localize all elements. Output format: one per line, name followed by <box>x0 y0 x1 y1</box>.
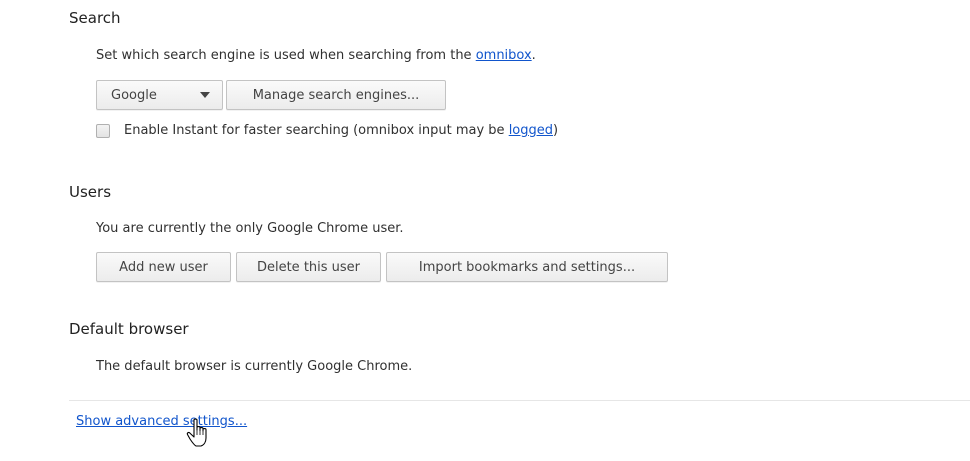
section-divider <box>69 400 970 401</box>
add-new-user-button[interactable]: Add new user <box>96 252 231 282</box>
search-section-title: Search <box>69 9 121 27</box>
instant-checkbox[interactable] <box>96 123 110 138</box>
omnibox-link[interactable]: omnibox <box>476 48 532 63</box>
users-section-title: Users <box>69 183 112 201</box>
delete-user-button[interactable]: Delete this user <box>236 252 381 282</box>
instant-label-suffix: ) <box>553 123 559 138</box>
instant-label: Enable Instant for faster searching (omn… <box>124 123 558 138</box>
instant-label-prefix: Enable Instant for faster searching (omn… <box>124 123 509 138</box>
search-description: Set which search engine is used when sea… <box>96 48 536 63</box>
default-browser-description: The default browser is currently Google … <box>96 359 413 374</box>
hand-pointer-icon <box>186 418 207 447</box>
logged-link[interactable]: logged <box>509 123 553 138</box>
users-description: You are currently the only Google Chrome… <box>96 221 404 236</box>
search-engine-select[interactable]: Google <box>96 80 223 110</box>
default-browser-section-title: Default browser <box>69 320 189 338</box>
import-bookmarks-button[interactable]: Import bookmarks and settings... <box>386 252 668 282</box>
manage-search-engines-button[interactable]: Manage search engines... <box>226 80 446 110</box>
instant-option: Enable Instant for faster searching (omn… <box>96 123 558 138</box>
search-desc-prefix: Set which search engine is used when sea… <box>96 48 476 63</box>
show-advanced-settings-link[interactable]: Show advanced settings... <box>76 414 247 429</box>
search-engine-value: Google <box>111 87 157 103</box>
settings-page: Search Set which search engine is used w… <box>0 0 970 461</box>
chevron-down-icon <box>200 92 210 98</box>
search-desc-suffix: . <box>531 48 536 63</box>
